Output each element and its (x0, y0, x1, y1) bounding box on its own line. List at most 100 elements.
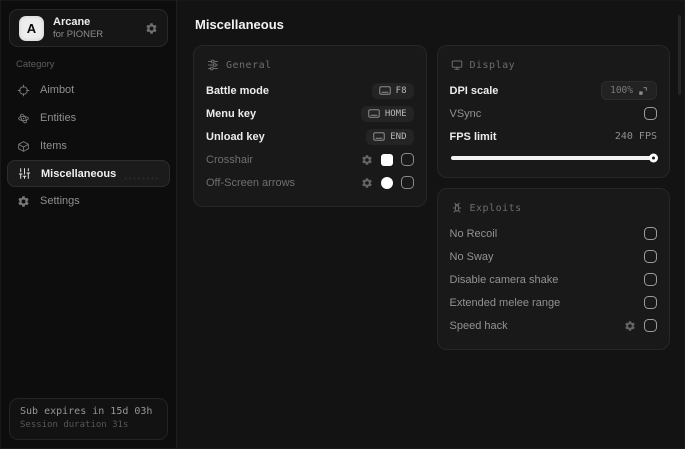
dpi-scale-badge[interactable]: 100% (601, 81, 657, 100)
app-name: Arcane (53, 15, 91, 28)
keyboard-icon (368, 109, 380, 118)
disable-camera-shake-checkbox[interactable] (644, 273, 657, 286)
crosshair-row: Crosshair (206, 148, 414, 171)
exploits-panel-header: Exploits (451, 202, 658, 214)
crosshair-checkbox[interactable] (400, 153, 414, 166)
session-duration-text: Session duration 31s (20, 420, 129, 430)
logo-letter: A (26, 20, 37, 36)
scrollbar-thumb[interactable] (678, 15, 681, 95)
dpi-value: 100% (610, 85, 633, 96)
no-recoil-row: No Recoil (449, 222, 657, 245)
app-window: A Arcane for PIONER Category Aimbot Enti… (0, 0, 685, 449)
sidebar-item-aimbot[interactable]: Aimbot (1, 76, 176, 104)
atom-icon (16, 112, 30, 125)
sidebar-item-miscellaneous[interactable]: Miscellaneous •••••••• (7, 160, 170, 187)
extended-melee-range-row: Extended melee range (449, 291, 657, 314)
fps-slider-track[interactable] (450, 153, 658, 163)
panel-columns: General Battle mode F8 Menu key HOME Unl… (193, 45, 670, 350)
keybind-value: END (390, 131, 407, 142)
unload-key-row: Unload key END (206, 125, 414, 148)
category-label: Category (16, 59, 55, 70)
app-subtitle: for PIONER (53, 28, 104, 40)
row-label: Extended melee range (449, 296, 561, 309)
menu-key-row: Menu key HOME (206, 102, 414, 125)
panel-title: Display (469, 59, 516, 71)
sidebar-item-settings[interactable]: Settings (1, 187, 176, 215)
general-panel: General Battle mode F8 Menu key HOME Unl… (193, 45, 427, 207)
fps-limit-row: FPS limit 240 FPS (450, 125, 658, 148)
offscreen-settings-gear-icon[interactable] (361, 177, 373, 189)
gear-icon (16, 195, 30, 208)
box-icon (16, 140, 30, 153)
row-label: Disable camera shake (449, 273, 559, 286)
bug-icon (451, 202, 463, 214)
no-recoil-checkbox[interactable] (644, 227, 657, 240)
dots-decoration: •••••••• (124, 176, 160, 183)
disable-camera-shake-row: Disable camera shake (449, 268, 657, 291)
crosshair-color-swatch[interactable] (380, 153, 393, 166)
offscreen-arrows-checkbox[interactable] (400, 176, 414, 189)
crosshair-icon (16, 84, 30, 97)
fps-slider-knob[interactable] (649, 153, 658, 163)
sidebar-item-label: Items (40, 140, 67, 152)
offscreen-arrows-row: Off-Screen arrows (206, 171, 414, 194)
keyboard-icon (373, 132, 385, 141)
sidebar-item-label: Aimbot (40, 84, 75, 96)
sidebar-item-entities[interactable]: Entities (1, 104, 176, 132)
sidebar-item-label: Settings (40, 195, 80, 207)
crosshair-settings-gear-icon[interactable] (361, 154, 373, 166)
row-label: VSync (449, 107, 482, 120)
sidebar-item-label: Entities (40, 112, 77, 124)
row-label: Crosshair (206, 153, 254, 166)
sidebar-nav: Aimbot Entities Items Miscellaneous ••••… (1, 76, 176, 215)
speed-hack-settings-gear-icon[interactable] (624, 320, 636, 332)
extended-melee-range-checkbox[interactable] (644, 296, 657, 309)
row-label: Battle mode (206, 84, 269, 97)
page-title: Miscellaneous (195, 17, 284, 32)
main-content: Miscellaneous General Battle mode F8 Men… (177, 1, 684, 448)
panel-title: General (226, 59, 272, 71)
speed-hack-row: Speed hack (449, 314, 657, 337)
row-label: Speed hack (449, 319, 508, 332)
exploits-panel: Exploits No Recoil No Sway Disable camer… (436, 188, 670, 350)
keyboard-icon (378, 86, 391, 95)
keybind-value: F8 (395, 85, 407, 96)
offscreen-color-swatch[interactable] (380, 176, 393, 189)
battle-mode-row: Battle mode F8 (206, 79, 414, 102)
fps-value: 240 FPS (614, 131, 657, 142)
row-label: No Sway (449, 250, 494, 263)
app-logo: A (19, 15, 44, 41)
dpi-scale-row: DPI scale 100% (449, 79, 657, 102)
no-sway-checkbox[interactable] (644, 250, 657, 263)
scale-icon (638, 86, 648, 96)
row-label: Off-Screen arrows (206, 176, 296, 189)
sliders-icon (207, 59, 219, 71)
no-sway-row: No Sway (449, 245, 657, 268)
panel-title: Exploits (469, 202, 522, 214)
row-label: DPI scale (449, 84, 499, 97)
fps-slider[interactable] (450, 153, 658, 163)
settings-gear-icon[interactable] (145, 22, 158, 35)
keybind-value: HOME (384, 108, 407, 119)
sidebar: A Arcane for PIONER Category Aimbot Enti… (1, 1, 177, 448)
row-label: Unload key (206, 130, 265, 143)
vsync-checkbox[interactable] (644, 107, 657, 120)
subscription-card: Sub expires in 15d 03h Session duration … (9, 398, 168, 440)
row-label: Menu key (206, 107, 257, 120)
sidebar-item-label: Miscellaneous (41, 167, 117, 180)
vsync-row: VSync (449, 102, 657, 125)
keybind-badge[interactable]: F8 (371, 82, 414, 99)
keybind-badge[interactable]: END (366, 128, 414, 145)
sidebar-item-items[interactable]: Items (1, 132, 176, 160)
row-label: FPS limit (449, 130, 497, 143)
sliders-vertical-icon (17, 167, 31, 180)
display-panel-header: Display (451, 59, 658, 71)
display-panel: Display DPI scale 100% VSync FPS limit 2… (436, 45, 670, 178)
row-label: No Recoil (449, 227, 498, 240)
brand-text: Arcane for PIONER (53, 16, 103, 41)
brand-card: A Arcane for PIONER (9, 9, 168, 47)
speed-hack-checkbox[interactable] (644, 319, 657, 332)
monitor-icon (451, 59, 463, 71)
sub-expires-text: Sub expires in 15d 03h (20, 406, 153, 417)
keybind-badge[interactable]: HOME (360, 105, 414, 122)
